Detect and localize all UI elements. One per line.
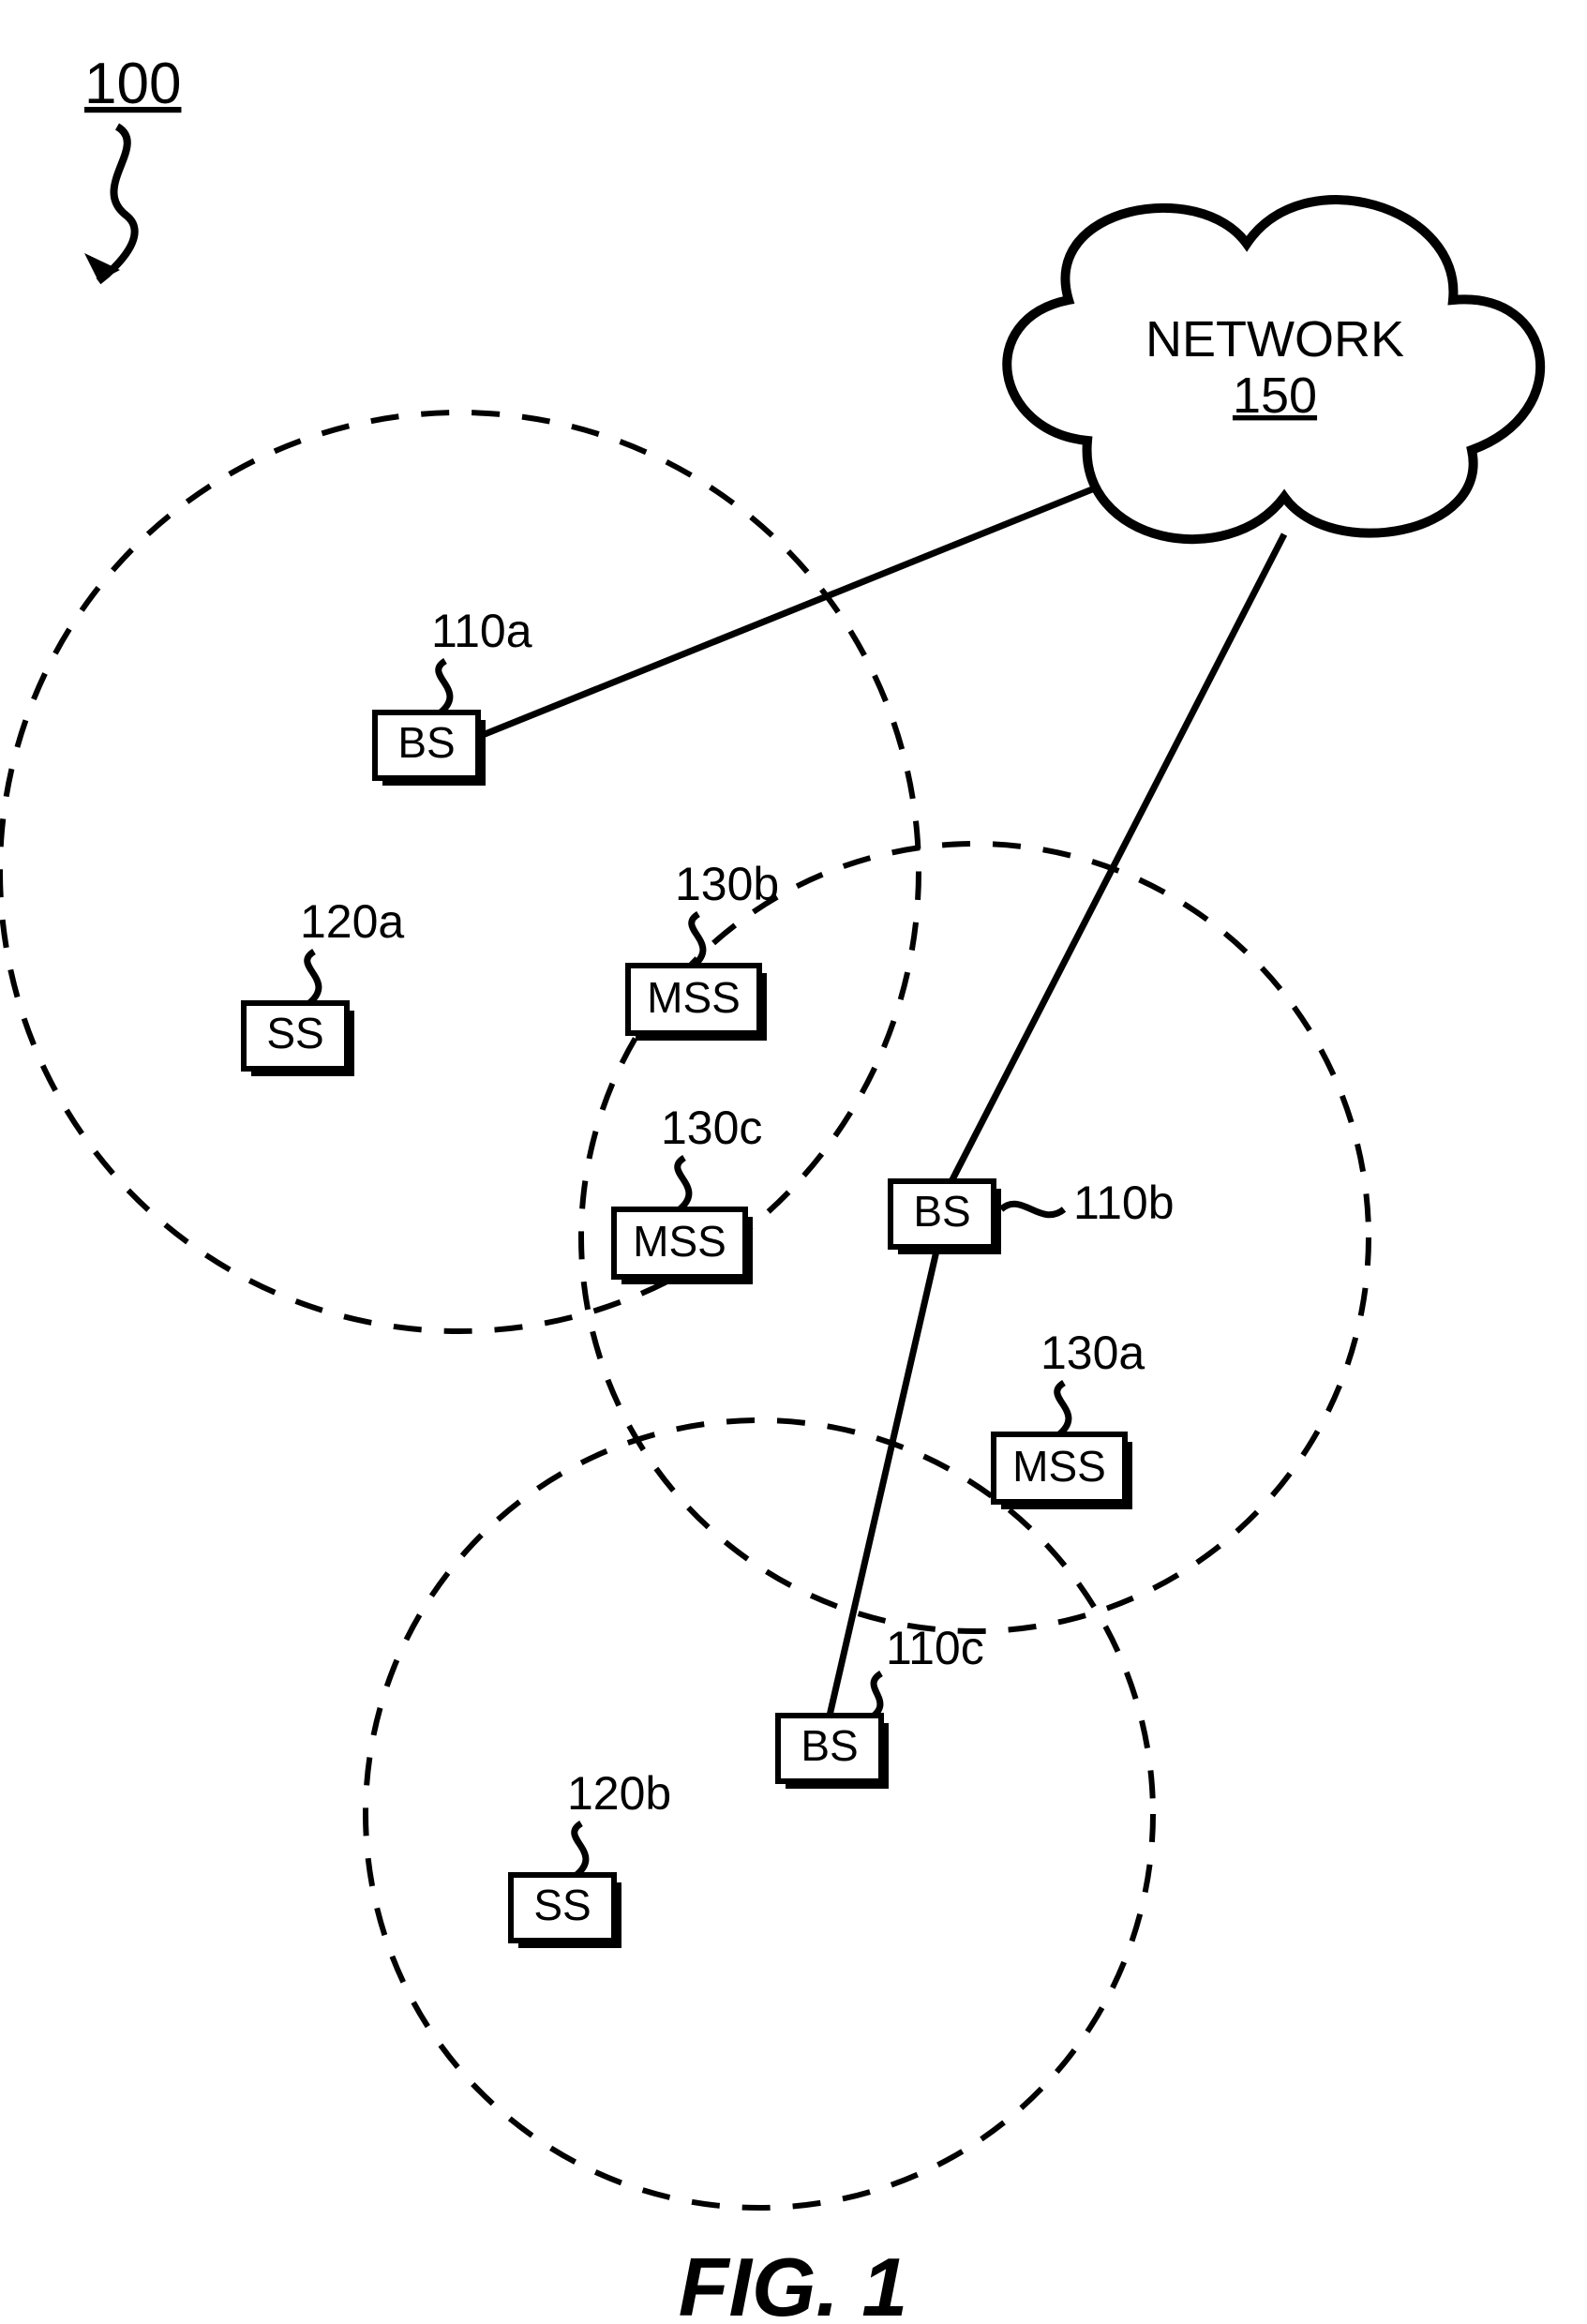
figure-number-arrow (98, 127, 135, 281)
tag-120b: 120b (567, 1767, 671, 1820)
tag-110c: 110c (886, 1622, 984, 1674)
node-bs-b: BS 110b (891, 1177, 1175, 1254)
cell-c-circle (366, 1420, 1153, 2208)
cloud-label-line2: 150 (1233, 367, 1317, 424)
node-mss-b: 130b MSS (628, 858, 779, 1041)
tag-130c: 130c (661, 1102, 762, 1154)
label-ss-a: SS (266, 1009, 323, 1057)
label-bs-a: BS (397, 718, 455, 767)
node-mss-c: 130c MSS (614, 1102, 762, 1284)
cell-a-circle (0, 412, 919, 1331)
label-mss-b: MSS (647, 973, 741, 1022)
node-mss-a: 130a MSS (994, 1327, 1145, 1509)
label-bs-b: BS (913, 1187, 970, 1236)
label-ss-b: SS (533, 1881, 591, 1929)
tag-130b: 130b (675, 858, 779, 910)
figure-caption: FIG. 1 (679, 2241, 908, 2324)
link-cloud-to-bs-b (947, 534, 1284, 1191)
tag-110b: 110b (1073, 1177, 1175, 1229)
tag-130a: 130a (1041, 1327, 1145, 1379)
node-bs-c: 110c BS (778, 1622, 984, 1789)
node-ss-b: 120b SS (511, 1767, 671, 1948)
link-cloud-to-bs-a (469, 487, 1097, 741)
figure-1-diagram: 100 NETWORK 150 110a BS 120 (0, 0, 1587, 2324)
node-bs-a: 110a BS (375, 605, 532, 786)
tag-120a: 120a (300, 895, 404, 948)
figure-number-label: 100 (84, 52, 181, 116)
label-mss-c: MSS (633, 1217, 726, 1266)
tag-110a: 110a (431, 605, 532, 657)
node-ss-a: 120a SS (244, 895, 404, 1076)
cloud-label-line1: NETWORK (1145, 311, 1404, 367)
label-mss-a: MSS (1012, 1442, 1106, 1491)
label-bs-c: BS (801, 1721, 858, 1770)
